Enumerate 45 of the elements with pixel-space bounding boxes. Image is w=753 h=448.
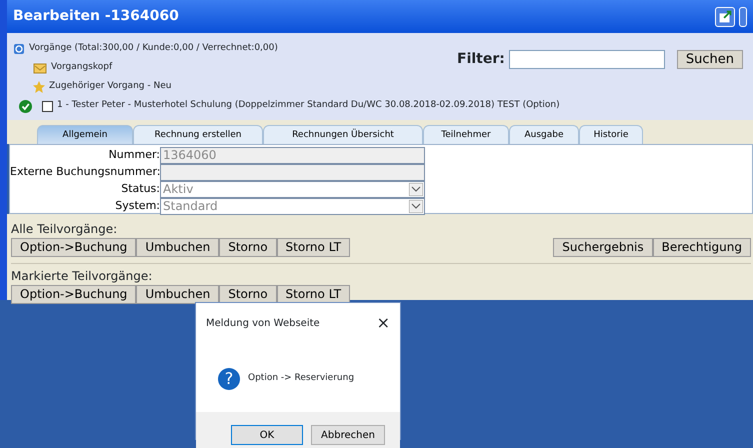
dialog-button[interactable]: OK [231,425,303,445]
tab[interactable]: Historie [579,125,643,144]
dropdown-arrow-icon[interactable] [409,200,423,213]
action-button[interactable]: Option->Buchung [11,238,136,257]
checkbox[interactable] [42,100,53,112]
action-button[interactable]: Umbuchen [136,285,220,304]
section-label: Alle Teilvorgänge: [11,221,118,238]
action-button[interactable]: Storno [219,238,277,257]
action-button[interactable]: Suchergebnis [553,238,653,257]
success-icon [19,100,32,112]
question-icon: ? [218,368,240,390]
action-button[interactable]: Berechtigung [652,238,751,257]
action-button[interactable]: Umbuchen [136,238,220,257]
field-label: Nummer: [108,147,160,164]
field-label: Externe Buchungsnummer: [10,164,160,180]
field-label: System: [114,198,160,214]
dialog-title: Meldung von Webseite [206,316,320,330]
filter-field[interactable] [508,50,665,69]
dialog-message: Option -> Reservierung [248,372,354,386]
dropdown-arrow-icon[interactable] [409,183,423,196]
window-title: Bearbeiten -1364060 [13,7,179,26]
input-field[interactable] [160,164,425,181]
tab[interactable]: Teilnehmer [423,125,509,144]
external-window-icon[interactable] [715,6,735,26]
field-label: Status: [120,181,160,198]
dropdown-field[interactable]: Standard [160,198,425,215]
folder-icon [33,62,47,74]
section-label: Markierte Teilvorgänge: [11,268,154,285]
dropdown-field[interactable]: Aktiv [160,181,425,198]
tab[interactable]: Ausgabe [509,125,579,144]
tab[interactable]: Allgemein [37,125,133,144]
tab[interactable]: Rechnungen Übersicht [263,125,423,144]
action-button[interactable]: Storno LT [276,238,350,257]
tree-item-label[interactable]: Vorgangskopf [51,61,112,75]
tab[interactable]: Rechnung erstellen [133,125,263,144]
tree-item-label[interactable]: 1 - Tester Peter - Musterhotel Schulung (Doppelzimmer Standard Du/WC 30.08.2018-02.09.2018) TEST (Option) [57,99,560,113]
refresh-icon[interactable] [13,43,25,55]
tree-root-label[interactable]: Vorgänge (Total:300,00 / Kunde:0,00 / Verrechnet:0,00) [29,42,278,56]
search-button[interactable]: Suchen [676,50,743,69]
close-button[interactable]: × [376,311,390,335]
filter-label: Filter: [457,50,505,69]
action-button[interactable]: Option->Buchung [11,285,136,304]
star-icon [33,81,45,93]
dialog-button[interactable]: Abbrechen [311,425,385,445]
tree-item-label[interactable]: Zugehöriger Vorgang - Neu [49,80,172,94]
